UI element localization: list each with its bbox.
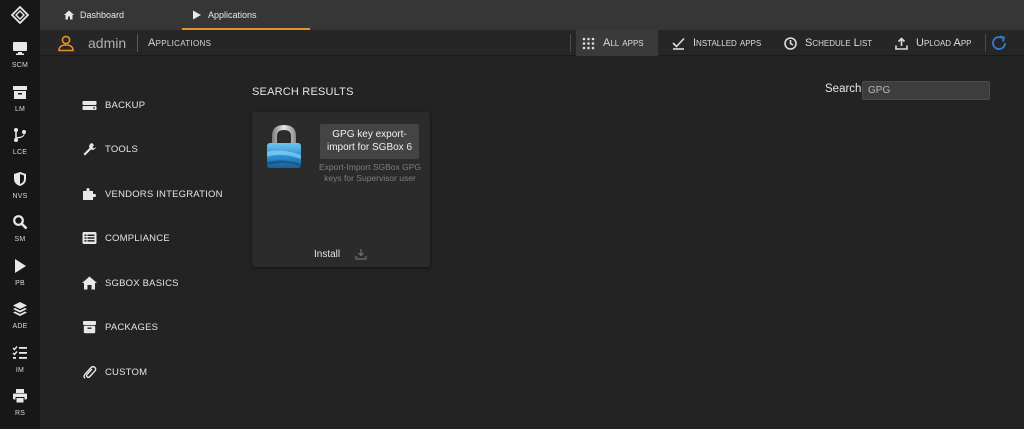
rail-label: PB: [15, 280, 25, 287]
box-icon: [83, 321, 96, 334]
padlock-icon: [267, 125, 301, 168]
paperclip-icon: [83, 365, 97, 379]
category-label: BACKUP: [105, 99, 146, 111]
rail-label: NVS: [12, 193, 28, 200]
search-input[interactable]: [862, 81, 990, 100]
category-label: VENDORS INTEGRATION: [105, 188, 223, 200]
page-title: Applications: [148, 37, 212, 49]
rail-label: ADE: [12, 323, 28, 330]
installed-apps-button[interactable]: Installed apps: [666, 30, 767, 56]
category-packages[interactable]: PACKAGES: [82, 317, 158, 337]
rail-item-rs[interactable]: RS: [0, 386, 40, 426]
checkmark-icon: [672, 37, 685, 50]
wrench-icon: [83, 143, 96, 156]
category-vendors-integration[interactable]: VENDORS INTEGRATION: [82, 184, 223, 204]
rail-label: LM: [14, 106, 26, 113]
app-description: Export-Import SGBox GPG keys for Supervi…: [318, 162, 422, 183]
tab-label: Dashboard: [80, 10, 125, 20]
monitor-icon: [13, 42, 27, 55]
divider: [137, 34, 138, 52]
results-title: SEARCH RESULTS: [252, 86, 354, 98]
rail-item-lce[interactable]: LCE: [0, 125, 40, 165]
tab-applications[interactable]: Applications: [192, 0, 257, 30]
archive-icon: [13, 86, 27, 99]
all-apps-button[interactable]: All apps: [576, 30, 658, 56]
upload-icon: [895, 36, 908, 50]
rail-item-scm[interactable]: SCM: [0, 38, 40, 78]
layers-icon: [13, 302, 27, 316]
printer-icon: [13, 389, 27, 404]
rail-label: RS: [14, 410, 26, 417]
logo-icon[interactable]: [0, 0, 40, 30]
divider: [570, 34, 571, 52]
app-name: GPG key export-import for SGBox 6: [320, 124, 419, 159]
category-sgbox-basics[interactable]: SGBOX BASICS: [82, 273, 179, 293]
install-button[interactable]: Install: [314, 249, 340, 260]
rail-item-nvs[interactable]: NVS: [0, 169, 40, 209]
home-icon: [82, 276, 97, 290]
search-label: Search: [825, 83, 862, 95]
category-compliance[interactable]: COMPLIANCE: [82, 228, 170, 248]
nav-label: Installed apps: [693, 37, 762, 49]
category-custom[interactable]: CUSTOM: [82, 362, 147, 382]
download-icon[interactable]: [355, 248, 367, 260]
nav-label: Upload App: [916, 37, 972, 49]
left-rail: SCM LM LCE NVS SM PB ADE IM RS: [0, 0, 40, 429]
rail-label: SM: [14, 236, 26, 243]
list-icon: [82, 232, 97, 244]
play-icon: [15, 259, 26, 273]
category-label: CUSTOM: [105, 366, 148, 378]
rail-item-pb[interactable]: PB: [0, 256, 40, 296]
divider: [985, 34, 986, 52]
page-header: admin Applications All apps Installed ap…: [40, 30, 1024, 56]
refresh-icon[interactable]: [990, 34, 1008, 52]
app-card[interactable]: GPG key export-import for SGBox 6 Export…: [252, 112, 430, 267]
search-icon: [13, 215, 28, 230]
grid-icon: [582, 37, 595, 49]
top-tab-bar: Dashboard Applications: [40, 0, 1024, 30]
category-label: SGBOX BASICS: [105, 277, 179, 289]
nav-label: Schedule List: [805, 37, 873, 49]
branch-icon: [14, 128, 26, 142]
category-label: PACKAGES: [105, 321, 159, 333]
clock-icon: [784, 36, 797, 50]
tab-dashboard[interactable]: Dashboard: [64, 0, 124, 30]
rail-label: SCM: [11, 62, 29, 69]
shield-icon: [14, 172, 26, 186]
category-backup[interactable]: BACKUP: [82, 95, 145, 115]
upload-app-button[interactable]: Upload App: [889, 30, 978, 56]
rail-item-ade[interactable]: ADE: [0, 299, 40, 339]
rail-item-im[interactable]: IM: [0, 343, 40, 383]
list-check-icon: [12, 346, 27, 359]
username[interactable]: admin: [88, 35, 126, 51]
schedule-list-button[interactable]: Schedule List: [778, 30, 878, 56]
rail-item-lm[interactable]: LM: [0, 82, 40, 122]
tab-label: Applications: [208, 10, 257, 20]
rail-label: LCE: [12, 149, 28, 156]
category-label: TOOLS: [105, 143, 139, 155]
category-tools[interactable]: TOOLS: [82, 139, 138, 159]
drive-icon: [82, 101, 97, 110]
user-icon: [58, 35, 74, 52]
home-icon: [64, 10, 74, 20]
category-label: COMPLIANCE: [105, 232, 170, 244]
rail-item-sm[interactable]: SM: [0, 212, 40, 252]
puzzle-icon: [83, 188, 96, 200]
nav-label: All apps: [603, 37, 644, 49]
play-icon: [193, 10, 201, 20]
rail-label: IM: [15, 367, 25, 374]
